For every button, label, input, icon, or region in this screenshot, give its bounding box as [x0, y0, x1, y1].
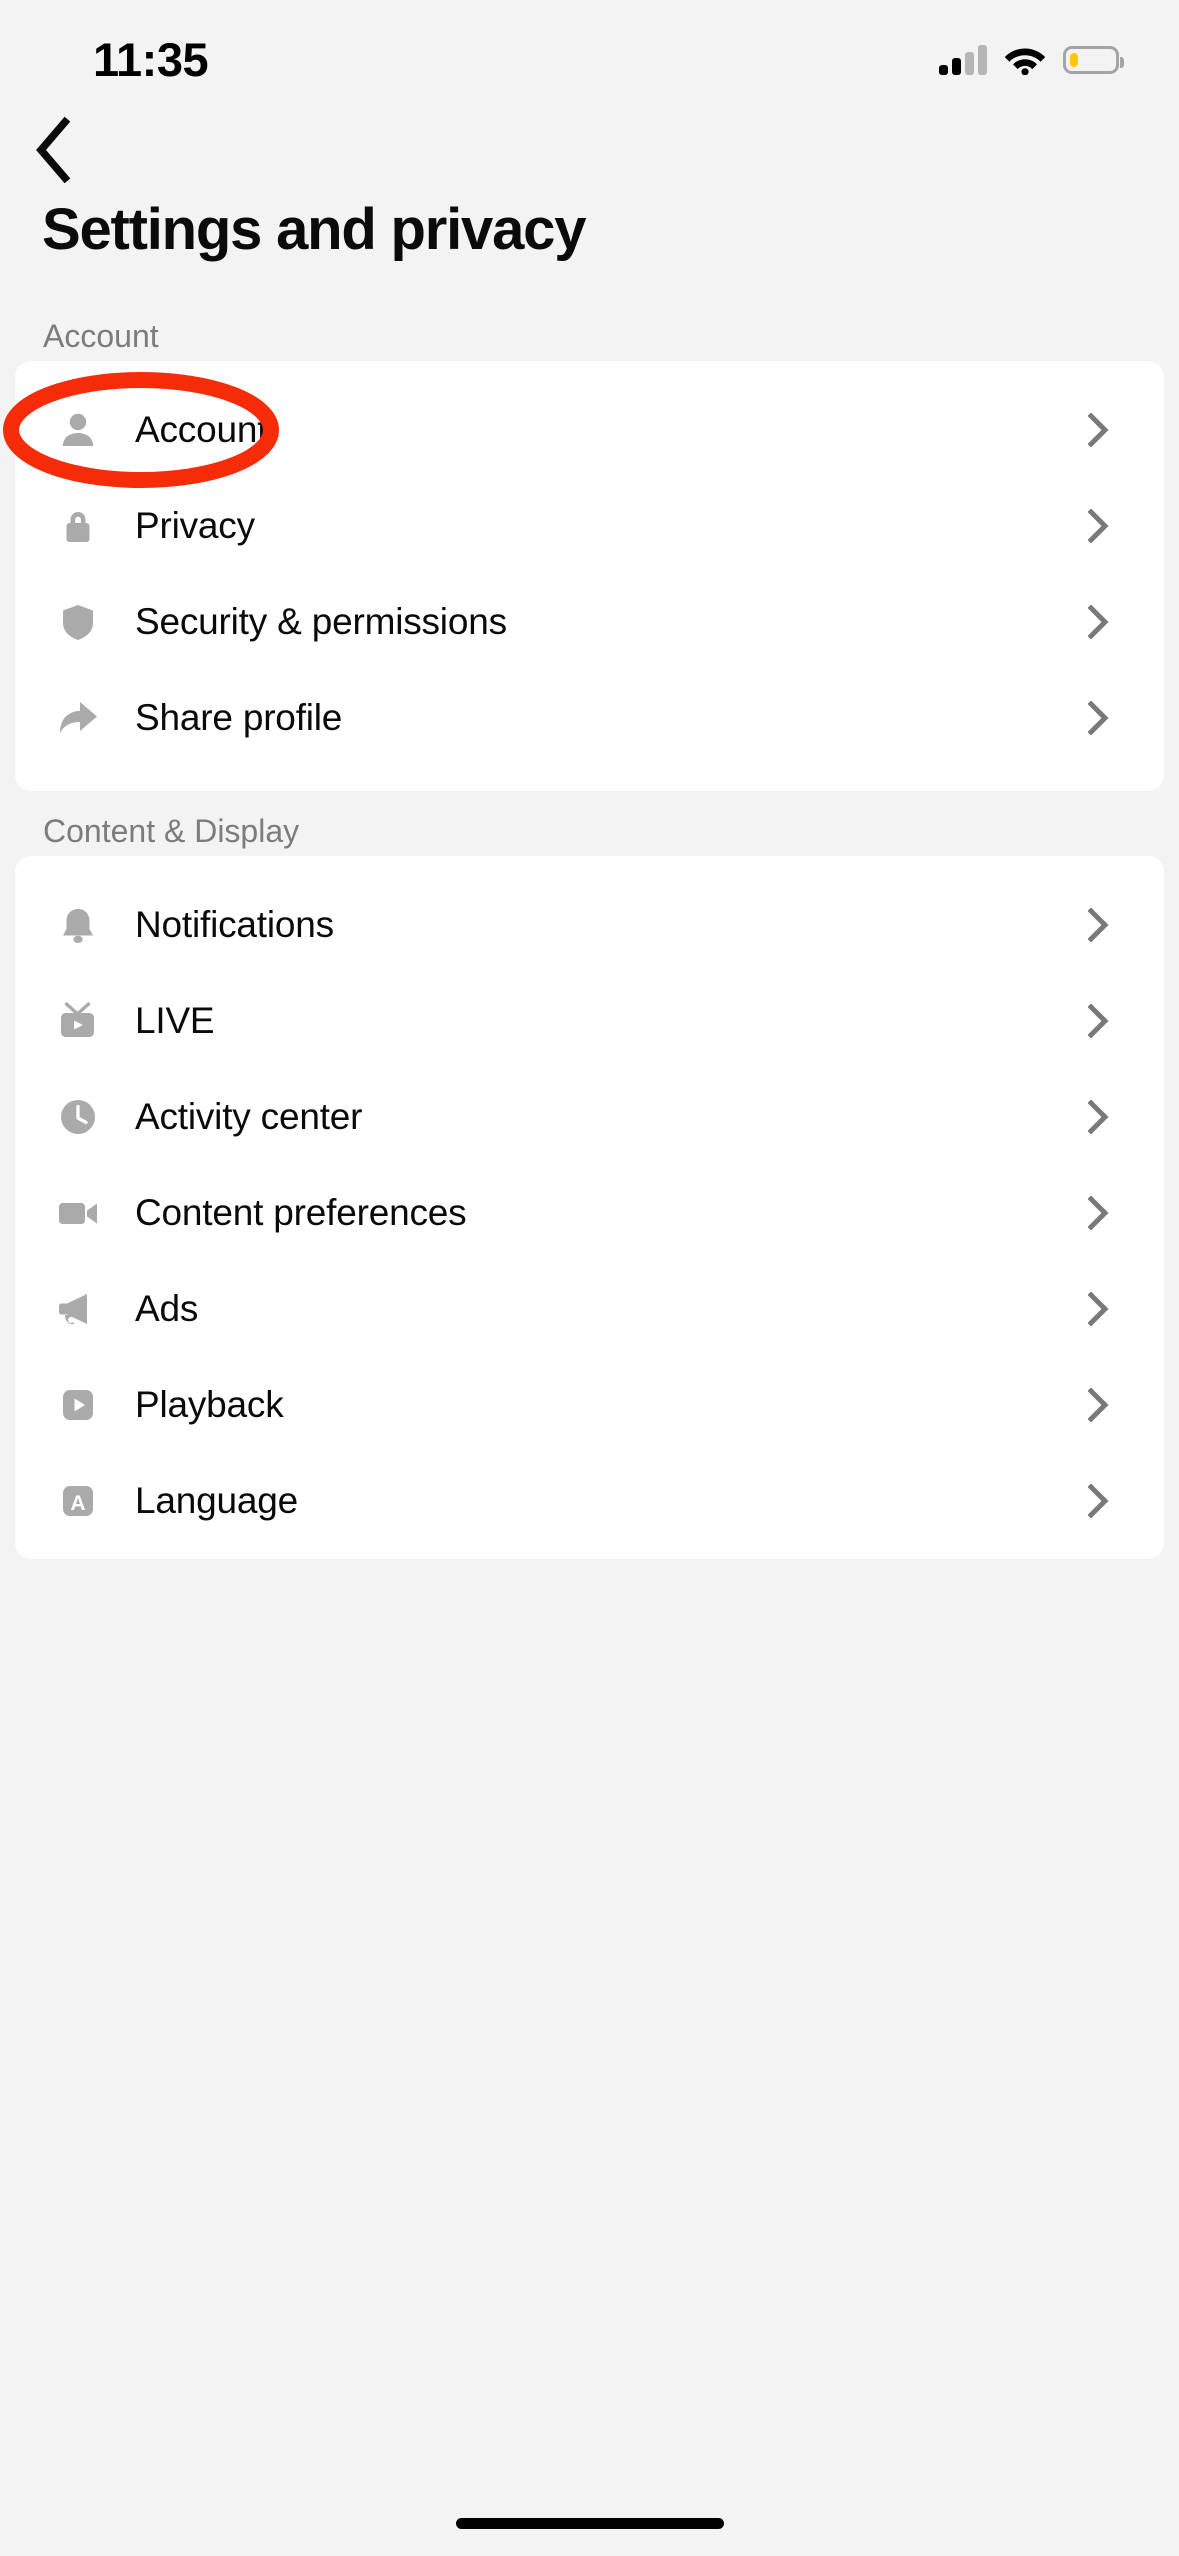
section-header-content-display: Content & Display — [43, 813, 300, 849]
chevron-right-icon — [1082, 413, 1116, 447]
status-bar: 11:35 — [0, 0, 1179, 110]
settings-row-privacy[interactable]: Privacy — [15, 478, 1164, 574]
settings-row-label: Privacy — [135, 505, 255, 546]
home-indicator — [455, 2518, 724, 2529]
chevron-right-icon — [1082, 1100, 1116, 1134]
settings-row-playback[interactable]: Playback — [15, 1357, 1164, 1453]
settings-card-account: Account Privacy Security & permissions S… — [15, 361, 1164, 791]
wifi-icon — [1004, 48, 1046, 75]
settings-row-label: Language — [135, 1480, 299, 1521]
play-square-icon — [55, 1382, 101, 1428]
status-time: 11:35 — [93, 33, 209, 86]
share-arrow-icon — [55, 695, 101, 741]
bell-icon — [55, 902, 101, 948]
settings-row-ads[interactable]: Ads — [15, 1261, 1164, 1357]
settings-row-label: Share profile — [135, 697, 343, 738]
settings-row-label: Playback — [135, 1384, 284, 1425]
chevron-right-icon — [1082, 701, 1116, 735]
chevron-right-icon — [1082, 1196, 1116, 1230]
chevron-left-icon — [36, 117, 71, 183]
chevron-right-icon — [1082, 908, 1116, 942]
video-camera-icon — [55, 1190, 101, 1236]
live-tv-icon — [55, 998, 101, 1044]
chevron-right-icon — [1082, 605, 1116, 639]
settings-row-label: LIVE — [135, 1000, 215, 1041]
settings-row-account[interactable]: Account — [15, 382, 1164, 478]
settings-row-content-preferences[interactable]: Content preferences — [15, 1165, 1164, 1261]
section-header-account: Account — [43, 318, 159, 354]
settings-row-language[interactable]: A Language — [15, 1453, 1164, 1549]
battery-level-fill — [1070, 53, 1078, 67]
settings-row-security-permissions[interactable]: Security & permissions — [15, 574, 1164, 670]
shield-icon — [55, 599, 101, 645]
language-a-icon: A — [55, 1478, 101, 1524]
settings-row-label: Ads — [135, 1288, 199, 1329]
settings-row-live[interactable]: LIVE — [15, 973, 1164, 1069]
settings-row-activity-center[interactable]: Activity center — [15, 1069, 1164, 1165]
person-icon — [55, 407, 101, 453]
clock-icon — [55, 1094, 101, 1140]
settings-row-label: Content preferences — [135, 1192, 467, 1233]
settings-row-notifications[interactable]: Notifications — [15, 877, 1164, 973]
lock-icon — [55, 503, 101, 549]
chevron-right-icon — [1082, 1004, 1116, 1038]
megaphone-icon — [55, 1286, 101, 1332]
settings-row-share-profile[interactable]: Share profile — [15, 670, 1164, 766]
settings-row-label: Account — [135, 409, 268, 450]
battery-icon — [1063, 46, 1124, 74]
chevron-right-icon — [1082, 1292, 1116, 1326]
settings-card-content-display: Notifications LIVE Activity center Conte… — [15, 856, 1164, 1559]
settings-row-label: Security & permissions — [135, 601, 507, 642]
chevron-right-icon — [1082, 509, 1116, 543]
chevron-right-icon — [1082, 1484, 1116, 1518]
chevron-right-icon — [1082, 1388, 1116, 1422]
back-button[interactable] — [18, 114, 90, 186]
settings-row-label: Notifications — [135, 904, 334, 945]
page-title: Settings and privacy — [42, 197, 586, 262]
settings-row-label: Activity center — [135, 1096, 363, 1137]
status-indicators — [939, 40, 1124, 80]
cellular-signal-icon — [939, 45, 987, 75]
svg-text:A: A — [70, 1492, 85, 1515]
